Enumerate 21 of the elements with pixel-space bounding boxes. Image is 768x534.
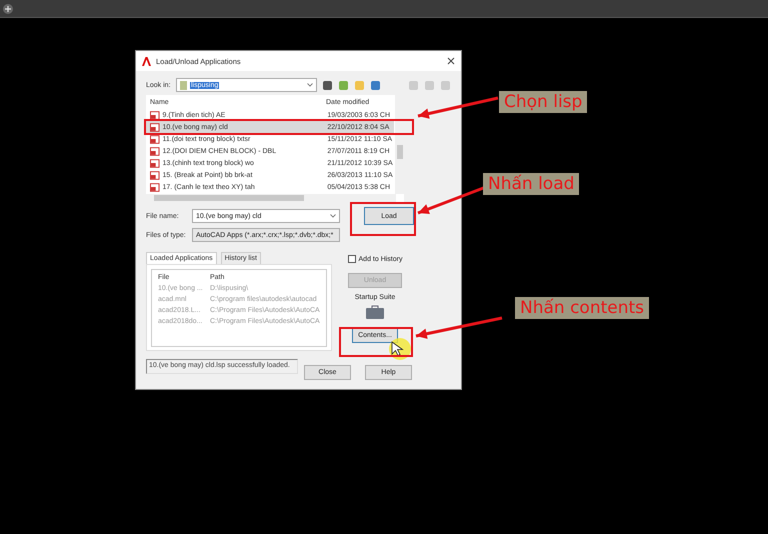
scrollbar[interactable] [146, 194, 396, 202]
file-icon [150, 170, 160, 180]
annotation-label: Chọn lisp [499, 91, 588, 113]
close-icon[interactable] [447, 57, 455, 65]
file-icon [150, 122, 160, 132]
folder-icon [180, 80, 187, 90]
plus-icon[interactable] [3, 4, 13, 14]
file-icon [150, 158, 160, 168]
file-icon [150, 146, 160, 156]
cursor-highlight-icon [389, 338, 411, 360]
checkbox[interactable] [348, 255, 356, 263]
briefcase-icon [366, 305, 384, 319]
highlight-frame [350, 202, 416, 236]
annotation-label: Nhấn contents [515, 297, 650, 319]
file-icon [150, 110, 160, 120]
file-icon [150, 182, 160, 192]
file-icon [150, 134, 160, 144]
dropdown-chevron-icon[interactable] [307, 83, 313, 87]
annotation-label: Nhấn load [483, 173, 580, 195]
app-logo-icon [142, 56, 151, 66]
dropdown-chevron-icon[interactable] [330, 214, 336, 218]
